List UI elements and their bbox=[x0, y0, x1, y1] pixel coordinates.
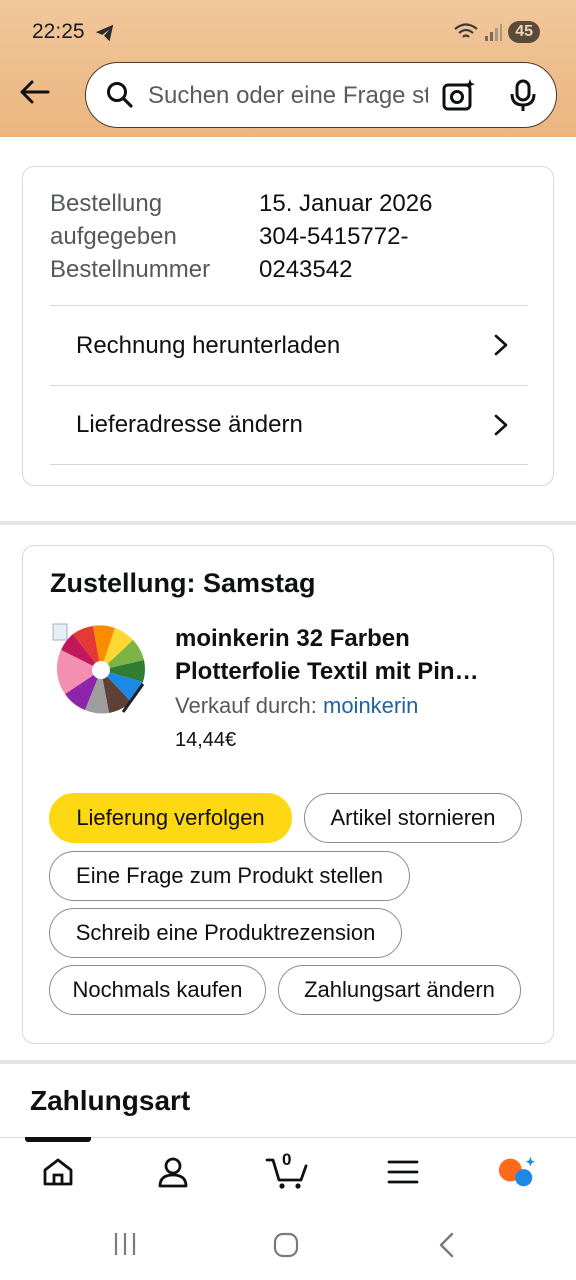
payment-section-title: Zahlungsart bbox=[30, 1085, 191, 1116]
order-labels: Bestellung aufgegeben Bestellnummer bbox=[50, 187, 250, 286]
telegram-icon bbox=[95, 24, 114, 42]
cancel-item-button[interactable]: Artikel stornieren bbox=[304, 793, 522, 843]
seller-info: Verkauf durch: moinkerin bbox=[175, 693, 418, 719]
section-divider bbox=[0, 521, 576, 525]
active-tab-indicator bbox=[25, 1137, 91, 1142]
wifi-icon bbox=[454, 23, 478, 38]
battery-indicator: 45 bbox=[508, 21, 540, 43]
arrow-left-icon bbox=[20, 80, 50, 104]
bottom-nav: 0 bbox=[0, 1137, 576, 1209]
delivery-title: Zustellung: Samstag bbox=[50, 568, 316, 598]
recent-apps-icon[interactable] bbox=[112, 1231, 138, 1257]
status-bar: 22:25 45 bbox=[0, 0, 576, 64]
order-label-ordered: Bestellung bbox=[50, 190, 163, 217]
order-info-card: Bestellung aufgegeben Bestellnummer 15. … bbox=[22, 166, 554, 486]
nav-menu[interactable] bbox=[383, 1152, 423, 1192]
delivery-card: Zustellung: Samstag moinkerin 32 Farben … bbox=[22, 545, 554, 1044]
section-divider bbox=[0, 1060, 576, 1064]
order-values: 15. Januar 2026 304-5415772- 0243542 bbox=[259, 187, 469, 286]
search-placeholder: Suchen oder eine Frage stellen bbox=[148, 82, 428, 109]
person-icon bbox=[158, 1157, 188, 1188]
change-payment-button[interactable]: Zahlungsart ändern bbox=[278, 965, 521, 1015]
search-icon bbox=[107, 82, 133, 108]
change-address-label: Lieferadresse ändern bbox=[76, 411, 303, 438]
search-input[interactable]: Suchen oder eine Frage stellen bbox=[85, 62, 557, 128]
hamburger-menu-icon bbox=[387, 1160, 419, 1184]
ask-question-button[interactable]: Eine Frage zum Produkt stellen bbox=[49, 851, 410, 901]
nav-home[interactable] bbox=[38, 1152, 78, 1192]
seller-link[interactable]: moinkerin bbox=[323, 693, 418, 718]
camera-search-icon[interactable] bbox=[441, 77, 477, 113]
write-review-button[interactable]: Schreib eine Produktrezension bbox=[49, 908, 402, 958]
ai-assistant-icon bbox=[498, 1156, 536, 1187]
microphone-icon[interactable] bbox=[509, 79, 537, 113]
nav-rufus[interactable] bbox=[497, 1152, 537, 1192]
nav-cart[interactable]: 0 bbox=[264, 1150, 310, 1192]
system-navigation-bar bbox=[0, 1209, 576, 1280]
chevron-right-icon bbox=[494, 334, 508, 356]
order-label-placed: aufgegeben bbox=[50, 223, 177, 250]
signal-icon bbox=[485, 24, 503, 41]
home-button-icon[interactable] bbox=[272, 1231, 300, 1259]
product-title[interactable]: moinkerin 32 Farben Plotterfolie Textil … bbox=[175, 622, 535, 688]
product-title-line1: moinkerin 32 Farben bbox=[175, 625, 410, 652]
product-title-line2: Plotterfolie Textil mit Pin… bbox=[175, 658, 479, 685]
track-delivery-button[interactable]: Lieferung verfolgen bbox=[49, 793, 292, 843]
product-image[interactable] bbox=[51, 622, 147, 718]
order-number-part1: 304-5415772- bbox=[259, 223, 409, 250]
seller-prefix: Verkauf durch: bbox=[175, 693, 317, 718]
order-label-number: Bestellnummer bbox=[50, 256, 211, 283]
nav-account[interactable] bbox=[153, 1152, 193, 1192]
order-number-part2: 0243542 bbox=[259, 256, 353, 283]
change-address-row[interactable]: Lieferadresse ändern bbox=[50, 385, 528, 465]
app-header: 22:25 45 Suchen oder eine Frage st bbox=[0, 0, 576, 137]
status-time: 22:25 bbox=[32, 20, 85, 43]
cart-count: 0 bbox=[282, 1150, 292, 1169]
download-invoice-row[interactable]: Rechnung herunterladen bbox=[50, 305, 528, 385]
back-nav-icon[interactable] bbox=[436, 1231, 458, 1259]
status-icons: 45 bbox=[454, 19, 540, 45]
product-price: 14,44€ bbox=[175, 729, 237, 751]
download-invoice-label: Rechnung herunterladen bbox=[76, 331, 341, 359]
back-button[interactable] bbox=[14, 72, 54, 112]
home-icon bbox=[43, 1158, 73, 1186]
chevron-right-icon bbox=[494, 414, 508, 436]
order-date: 15. Januar 2026 bbox=[259, 190, 433, 217]
buy-again-button[interactable]: Nochmals kaufen bbox=[49, 965, 266, 1015]
